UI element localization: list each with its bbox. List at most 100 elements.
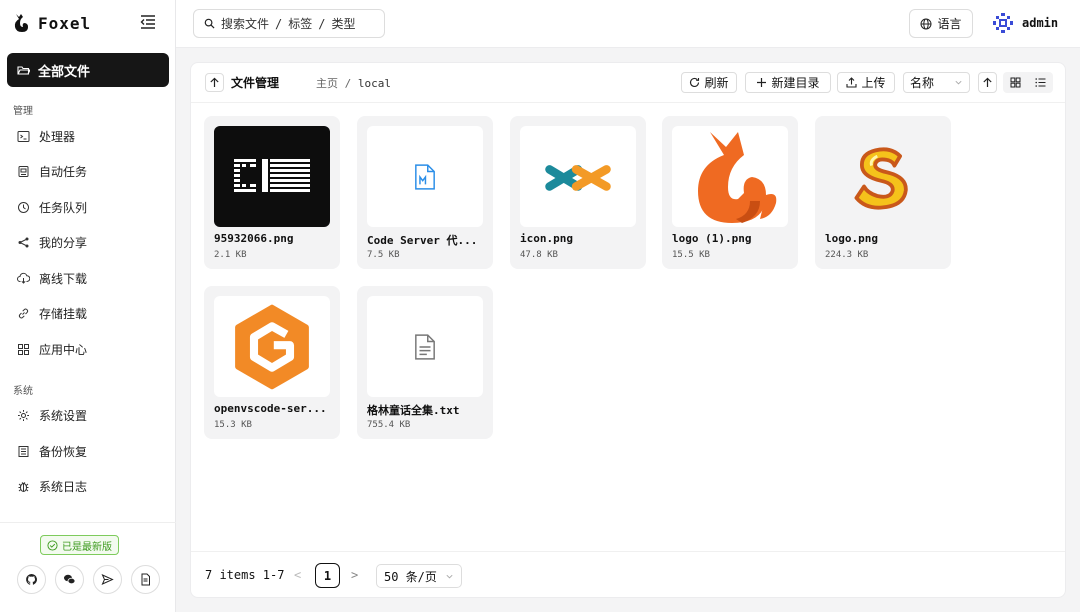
nav-item-storage-mounts[interactable]: 存储挂载 (7, 298, 169, 328)
file-size: 224.3 KB (825, 250, 869, 260)
nav-item-label: 自动任务 (39, 164, 88, 179)
globe-icon (920, 18, 932, 29)
menu-collapse-icon[interactable] (140, 15, 156, 29)
nav-all-files-label: 全部文件 (38, 64, 91, 80)
list-icon (1035, 78, 1046, 87)
brand[interactable]: Foxel (12, 11, 91, 35)
archive-icon (18, 445, 29, 457)
breadcrumb-home[interactable]: 主页 (316, 77, 338, 90)
language-button[interactable]: 语言 (909, 9, 973, 38)
version-status-badge: 已是最新版 (40, 535, 119, 555)
docs-button[interactable] (131, 565, 160, 594)
nav-item-label: 系统设置 (39, 408, 88, 423)
file-name: 95932066.png (214, 232, 294, 245)
file-thumbnail (672, 126, 788, 227)
search-scope-tags: 标签 (288, 17, 313, 31)
robot-icon (18, 165, 29, 177)
file-card[interactable]: 95932066.png 2.1 KB (204, 116, 340, 269)
arrow-up-icon (983, 77, 992, 87)
folder-open-icon (17, 65, 30, 75)
link-icon (18, 308, 29, 318)
github-button[interactable] (17, 565, 46, 594)
page-size-select[interactable]: 50 条/页 (376, 564, 462, 588)
new-folder-button[interactable]: 新建目录 (745, 72, 831, 93)
file-manager-panel: 文件管理 主页 / local 刷新 新建目录 上传 名称 95932066.p… (190, 62, 1066, 598)
send-button[interactable] (93, 565, 122, 594)
nav-item-backup-restore[interactable]: 备份恢复 (7, 436, 169, 466)
page-title: 文件管理 (231, 76, 280, 90)
sort-select[interactable]: 名称 (903, 72, 970, 93)
go-up-button[interactable] (205, 73, 224, 92)
next-page-button[interactable]: > (351, 568, 358, 582)
file-card[interactable]: Code Server 代... 7.5 KB (357, 116, 493, 269)
search-scope-files: 搜索文件 (221, 17, 270, 31)
file-name: icon.png (520, 232, 573, 245)
file-size: 15.5 KB (672, 250, 710, 260)
upload-icon (846, 77, 858, 88)
search-icon (204, 18, 215, 29)
nav-item-label: 离线下载 (39, 271, 88, 286)
chevron-down-icon (446, 574, 453, 578)
nav-item-label: 备份恢复 (39, 444, 88, 459)
search-separator: / (318, 16, 326, 31)
file-name: logo.png (825, 232, 878, 245)
current-page-button[interactable]: 1 (315, 563, 340, 588)
panel-header: 文件管理 主页 / local 刷新 新建目录 上传 名称 (191, 63, 1065, 103)
pagination-bar: 7 items 1-7 < 1 > 50 条/页 (191, 551, 1065, 599)
user-menu[interactable]: admin (992, 12, 1058, 34)
nav-item-app-center[interactable]: 应用中心 (7, 334, 169, 364)
language-label: 语言 (937, 17, 962, 31)
refresh-label: 刷新 (704, 76, 729, 90)
file-name: openvscode-ser... (214, 402, 327, 415)
github-icon (26, 574, 38, 585)
file-card[interactable]: icon.png 47.8 KB (510, 116, 646, 269)
sidebar-footer: 已是最新版 (0, 522, 176, 612)
sidebar: Foxel 全部文件 管理 处理器 自动任务 任务队列 我的分享 离线下载 存储… (0, 0, 176, 612)
grid-view-button[interactable] (1010, 77, 1021, 88)
arrow-up-icon (210, 77, 219, 87)
file-name: 格林童话全集.txt (367, 404, 460, 417)
top-bar: 搜索文件 / 标签 / 类型 语言 admin (176, 0, 1080, 48)
file-card[interactable]: 格林童话全集.txt 755.4 KB (357, 286, 493, 439)
sort-direction-button[interactable] (978, 72, 997, 93)
file-card[interactable]: openvscode-ser... 15.3 KB (204, 286, 340, 439)
nav-item-label: 系统日志 (39, 479, 88, 494)
nav-item-my-shares[interactable]: 我的分享 (7, 227, 169, 257)
file-thumbnail (214, 296, 330, 397)
file-thumbnail (520, 126, 636, 227)
wechat-button[interactable] (55, 565, 84, 594)
nav-item-auto-tasks[interactable]: 自动任务 (7, 156, 169, 186)
sort-by-label: 名称 (910, 76, 935, 90)
search-input[interactable]: 搜索文件 / 标签 / 类型 (193, 9, 385, 38)
breadcrumb-separator: / (344, 77, 352, 90)
nav-item-task-queue[interactable]: 任务队列 (7, 192, 169, 222)
nav-item-processor[interactable]: 处理器 (7, 121, 169, 151)
fox-logo-icon (14, 14, 28, 32)
upload-button[interactable]: 上传 (837, 72, 895, 93)
check-circle-icon (47, 539, 58, 551)
file-card[interactable]: logo.png 224.3 KB (815, 116, 951, 269)
cloud-download-icon (17, 272, 30, 284)
nav-all-files[interactable]: 全部文件 (7, 53, 169, 87)
breadcrumb: 主页 / local (316, 75, 391, 91)
file-thumbnail (367, 296, 483, 397)
breadcrumb-current[interactable]: local (358, 77, 391, 90)
file-name: Code Server 代... (367, 234, 478, 247)
group-title-manage: 管理 (13, 106, 33, 117)
avatar (992, 12, 1014, 34)
file-size: 755.4 KB (367, 420, 411, 430)
file-card[interactable]: logo (1).png 15.5 KB (662, 116, 798, 269)
file-size: 15.3 KB (214, 420, 252, 430)
search-scope-types: 类型 (331, 17, 356, 31)
nav-item-offline-download[interactable]: 离线下载 (7, 263, 169, 293)
file-name: logo (1).png (672, 232, 752, 245)
bug-icon (18, 481, 29, 492)
nav-item-label: 存储挂载 (39, 306, 88, 321)
list-view-button[interactable] (1035, 77, 1046, 88)
grid-icon (1010, 77, 1021, 88)
nav-item-system-settings[interactable]: 系统设置 (7, 400, 169, 430)
refresh-button[interactable]: 刷新 (681, 72, 737, 93)
prev-page-button[interactable]: < (294, 568, 301, 582)
nav-item-system-logs[interactable]: 系统日志 (7, 471, 169, 501)
document-icon (141, 573, 150, 586)
